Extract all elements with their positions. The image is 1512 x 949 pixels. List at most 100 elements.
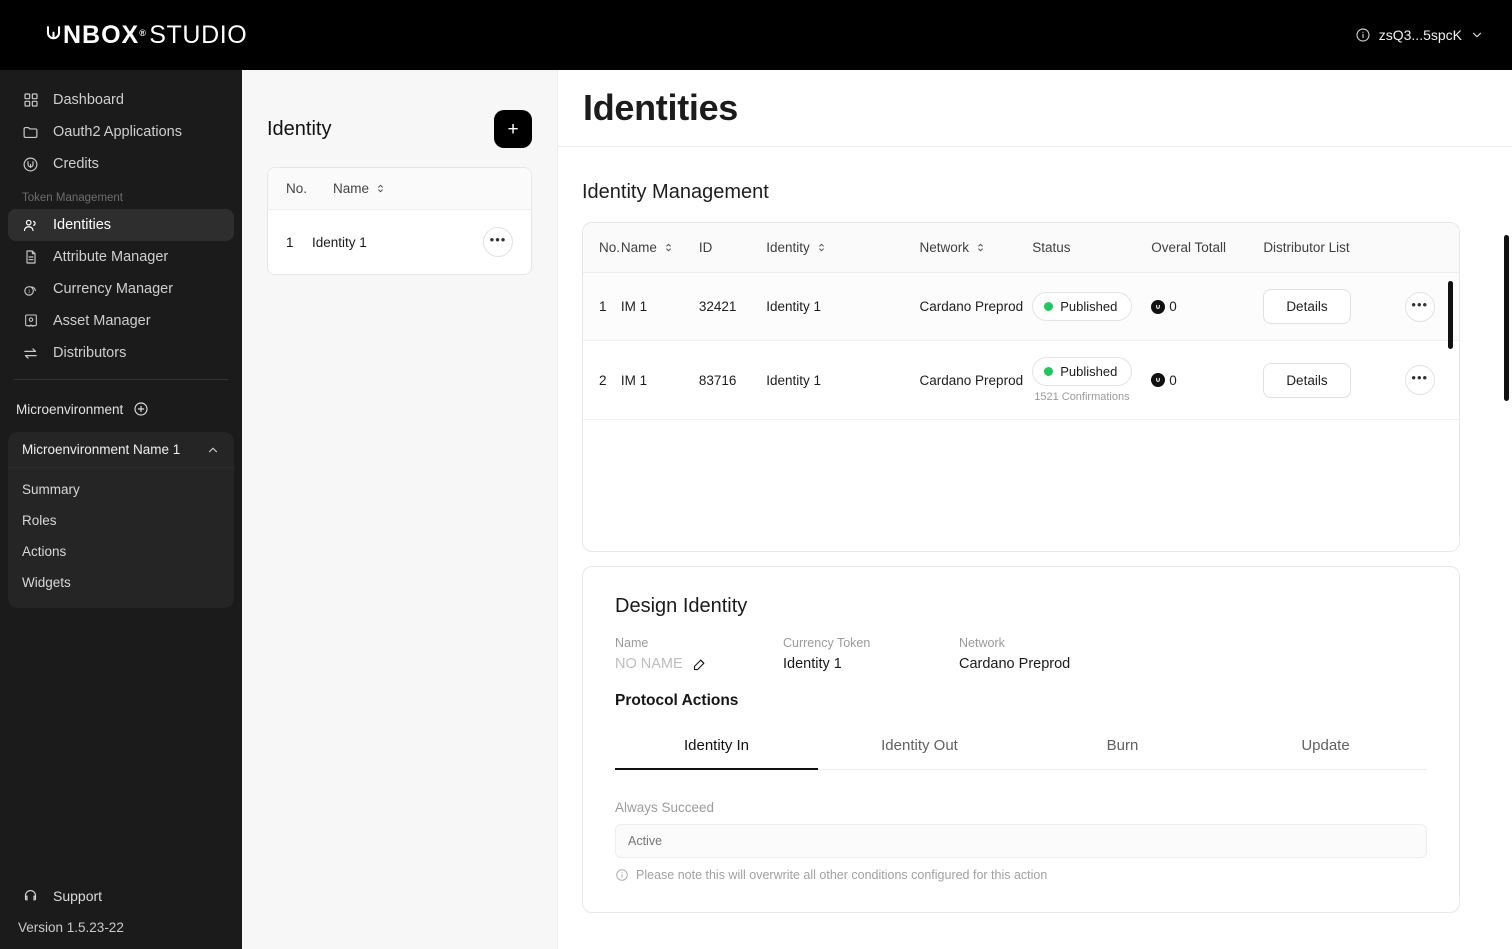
- meta-field-currency-token: Currency Token Identity 1: [783, 636, 959, 672]
- details-button[interactable]: Details: [1263, 362, 1351, 398]
- design-identity-card: Design Identity Name NO NAME Currency To…: [582, 566, 1460, 913]
- table-header: No. Name ID Identity Network Status Over…: [583, 223, 1459, 273]
- always-succeed-note-text: Please note this will overwrite all othe…: [636, 868, 1048, 882]
- page-scrollbar-thumb[interactable]: [1504, 235, 1509, 401]
- sidebar-item-summary[interactable]: Summary: [8, 474, 234, 505]
- sidebar-item-dashboard[interactable]: Dashboard: [8, 84, 234, 116]
- status-dot-icon: [1044, 302, 1054, 311]
- tab-update[interactable]: Update: [1224, 724, 1427, 769]
- chevron-up-icon: [206, 443, 220, 457]
- logo-u-icon: [44, 24, 63, 43]
- identity-management-table: No. Name ID Identity Network Status Over…: [583, 223, 1459, 420]
- sidebar-item-credits[interactable]: Credits: [8, 148, 234, 180]
- microenvironment-name-toggle[interactable]: Microenvironment Name 1: [8, 432, 234, 468]
- document-icon: [22, 249, 39, 266]
- cell-network: Cardano Preprod: [919, 272, 1033, 341]
- main-content: Identities Identity Management No. Name: [558, 70, 1512, 949]
- confirmations-text: 1521 Confirmations: [1034, 391, 1130, 403]
- certificate-icon: [22, 313, 39, 330]
- status-badge: Published: [1032, 292, 1133, 321]
- always-succeed-label: Always Succeed: [615, 800, 715, 815]
- body-layout: Dashboard Oauth2 Applications Credits To…: [0, 70, 1512, 949]
- column-header-network[interactable]: Network: [919, 223, 1033, 273]
- add-identity-button[interactable]: +: [494, 110, 532, 148]
- meta-value-text: NO NAME: [615, 656, 683, 672]
- sidebar-item-identities[interactable]: Identities: [8, 209, 234, 241]
- identity-list-panel: Identity + No. Name 1 Identity 1 •••: [242, 70, 558, 949]
- chevron-down-icon: [1470, 28, 1484, 42]
- sort-updown-icon: [663, 242, 674, 253]
- cell-id: 32421: [698, 272, 767, 341]
- table-scrollbar-thumb[interactable]: [1448, 281, 1453, 349]
- info-circle-icon: [1355, 27, 1371, 43]
- cell-distributor-list: Details: [1263, 340, 1405, 420]
- credits-circle-icon: [22, 156, 39, 173]
- sort-updown-icon: [375, 183, 386, 194]
- sidebar-item-label: Credits: [53, 156, 99, 172]
- table-header-row: No. Name ID Identity Network Status Over…: [583, 223, 1459, 273]
- table-row[interactable]: 2 IM 1 83716 Identity 1 Cardano Preprod …: [583, 340, 1459, 420]
- sidebar-item-distributors[interactable]: Distributors: [8, 337, 234, 369]
- svg-text:1: 1: [28, 288, 31, 294]
- account-label: zsQ3...5spcK: [1378, 27, 1462, 43]
- row-menu-button[interactable]: •••: [1404, 365, 1435, 395]
- sidebar-item-currency-manager[interactable]: 1 Currency Manager: [8, 273, 234, 305]
- app-logo: NBOX ® STUDIO: [44, 21, 247, 50]
- microenvironment-header: Microenvironment: [0, 392, 242, 426]
- coin-icon: [1151, 299, 1166, 314]
- sort-updown-icon: [816, 242, 827, 253]
- coin-icon: [1151, 373, 1166, 388]
- column-header-identity[interactable]: Identity: [766, 223, 920, 273]
- sidebar-item-label: Roles: [22, 513, 57, 528]
- microenvironment-label: Microenvironment: [16, 401, 124, 417]
- logo-light-text: STUDIO: [149, 20, 248, 49]
- protocol-actions-title: Protocol Actions: [615, 692, 739, 709]
- cell-distributor-list: Details: [1263, 272, 1405, 341]
- sidebar-item-label: Dashboard: [53, 92, 124, 108]
- sidebar-divider: [14, 379, 228, 380]
- page-title-bar: Identities: [558, 70, 1512, 147]
- account-menu[interactable]: zsQ3...5spcK: [1355, 27, 1484, 43]
- sidebar-item-label: Summary: [22, 482, 80, 497]
- cell-id: 83716: [698, 340, 767, 420]
- cell-name: IM 1: [620, 340, 699, 420]
- row-menu-button[interactable]: •••: [1404, 291, 1435, 322]
- plus-circle-icon[interactable]: [133, 401, 149, 417]
- table-body: 1 IM 1 32421 Identity 1 Cardano Preprod …: [583, 272, 1459, 420]
- cell-name: IM 1: [620, 272, 699, 341]
- identity-row-menu-button[interactable]: •••: [483, 227, 513, 257]
- info-circle-icon: [615, 868, 629, 882]
- sidebar-item-actions[interactable]: Actions: [8, 536, 234, 567]
- sidebar-item-label: Currency Manager: [53, 281, 174, 297]
- table-row[interactable]: 1 IM 1 32421 Identity 1 Cardano Preprod …: [583, 272, 1459, 341]
- identity-row-name: Identity 1: [312, 234, 367, 250]
- protocol-actions-tabs: Identity In Identity Out Burn Update: [615, 724, 1427, 770]
- sidebar-item-attribute-manager[interactable]: Attribute Manager: [8, 241, 234, 273]
- sidebar-item-asset-manager[interactable]: Asset Manager: [8, 305, 234, 337]
- tab-burn[interactable]: Burn: [1021, 724, 1224, 769]
- identity-table: No. Name 1 Identity 1 •••: [267, 167, 532, 275]
- column-header-name[interactable]: Name: [333, 181, 386, 196]
- tab-identity-out[interactable]: Identity Out: [818, 724, 1021, 769]
- sidebar-item-oauth2-applications[interactable]: Oauth2 Applications: [8, 116, 234, 148]
- edit-pencil-icon[interactable]: [692, 657, 707, 672]
- column-header-distributor-list: Distributor List: [1263, 223, 1405, 273]
- meta-value: NO NAME: [615, 656, 783, 672]
- details-button[interactable]: Details: [1263, 289, 1351, 324]
- sidebar-item-label: Oauth2 Applications: [53, 124, 182, 140]
- identity-table-row[interactable]: 1 Identity 1 •••: [268, 210, 531, 274]
- identity-panel-title: Identity: [267, 117, 332, 140]
- overal-totall-value: 0: [1169, 299, 1177, 315]
- sidebar-item-widgets[interactable]: Widgets: [8, 567, 234, 598]
- identity-management-title: Identity Management: [582, 181, 769, 203]
- sidebar-item-roles[interactable]: Roles: [8, 505, 234, 536]
- sidebar-item-support[interactable]: Support: [0, 879, 242, 912]
- always-succeed-input[interactable]: [615, 824, 1427, 858]
- column-header-name[interactable]: Name: [620, 223, 699, 273]
- sidebar-item-label: Distributors: [53, 345, 127, 361]
- column-header-id: ID: [698, 223, 767, 273]
- tab-identity-in[interactable]: Identity In: [615, 724, 818, 770]
- cell-no: 2: [583, 340, 621, 420]
- status-label: Published: [1060, 299, 1118, 314]
- meta-field-network: Network Cardano Preprod: [959, 636, 1135, 672]
